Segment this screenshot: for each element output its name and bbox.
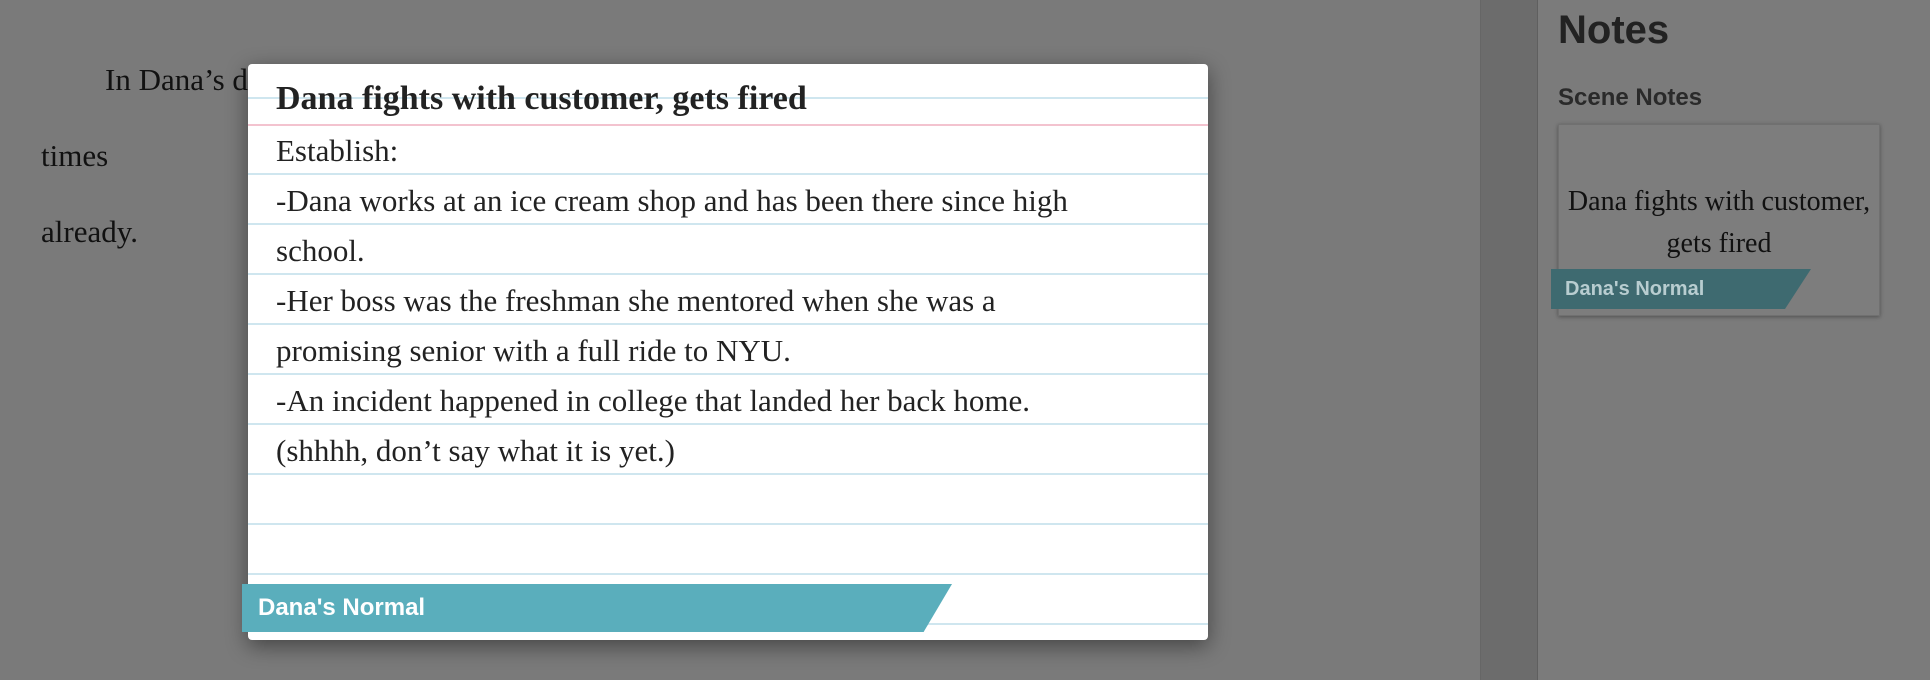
scene-note-card-title: Dana fights with customer, gets fired	[1567, 186, 1871, 259]
expanded-note-card[interactable]: Dana fights with customer, gets fired Es…	[242, 64, 1208, 640]
notes-title: Notes	[1558, 8, 1670, 52]
scene-note-card[interactable]: Dana fights with customer, gets fired Da…	[1551, 124, 1880, 316]
note-card-title[interactable]: Dana fights with customer, gets fired	[276, 80, 807, 118]
scene-notes-label: Scene Notes	[1558, 84, 1703, 111]
notes-panel: Notes Scene Notes Dana fights with custo…	[1538, 0, 1930, 680]
note-card-tag[interactable]: Dana's Normal	[242, 584, 952, 632]
scene-note-card-tag[interactable]: Dana's Normal	[1551, 269, 1811, 309]
note-body-line: Establish:	[276, 133, 399, 168]
note-body-line: promising senior with a full ride to NYU…	[276, 333, 791, 368]
note-body-line: -Her boss was the freshman she mentored …	[276, 283, 996, 318]
manuscript-line-1-start: In Dana’s d	[105, 62, 248, 97]
note-body-line: (shhhh, don’t say what it is yet.)	[276, 433, 675, 468]
panel-divider[interactable]	[1480, 0, 1538, 680]
note-body-line: -An incident happened in college that la…	[276, 383, 1031, 418]
note-card-body[interactable]: Establish: -Dana works at an ice cream s…	[276, 126, 1176, 476]
note-body-line: school.	[276, 233, 365, 268]
manuscript-line-1-end: times	[41, 138, 109, 173]
note-body-line: -Dana works at an ice cream shop and has…	[276, 183, 1068, 218]
